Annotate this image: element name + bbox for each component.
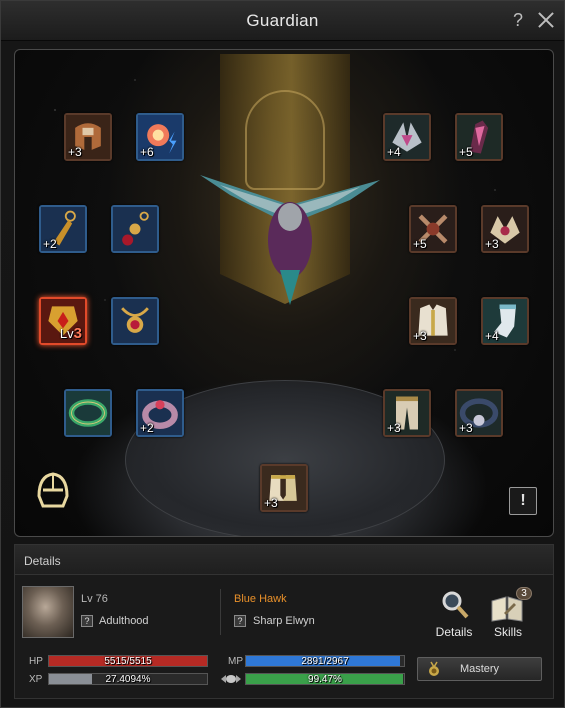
item-level: Lv3 [59,325,82,342]
guardian-name: Blue Hawk [234,593,287,605]
help-button[interactable]: ? [509,10,527,31]
equipment-slot-helmet[interactable]: +3 [64,113,112,161]
window-title: Guardian [246,11,319,30]
equipment-slot-earring-left[interactable]: +2 [39,205,87,253]
enhance-level: +4 [387,145,401,159]
hp-label: HP [29,656,43,667]
enhance-level: +3 [387,421,401,435]
enhance-level: +3 [459,421,473,435]
equipment-slot-earring-right[interactable] [111,205,159,253]
equipment-slot-necklace-selected[interactable]: Lv3 [39,297,87,345]
details-title: Details [24,554,61,568]
guardian-portrait [22,586,74,638]
details-header: Details [15,545,553,575]
mastery-button-label: Mastery [459,663,500,675]
equipment-slot-ring-left[interactable] [64,389,112,437]
equipment-slot-wings-right[interactable]: +5 [455,113,503,161]
enhance-level: +2 [140,421,154,435]
equipment-slot-amulet[interactable] [111,297,159,345]
enhance-level: +3 [413,329,427,343]
enhance-level: +5 [413,237,427,251]
skills-button[interactable]: 3 Skills [482,587,534,639]
xp-label: XP [29,674,43,685]
enhance-level: +5 [459,145,473,159]
equipment-slot-artifact[interactable]: +6 [136,113,184,161]
skills-count-badge: 3 [516,587,532,600]
details-button-label: Details [435,625,473,639]
blue-hawk-model [200,175,380,305]
hp-bar: 5515/5515 [48,655,208,667]
enhance-level: +4 [485,329,499,343]
enhance-level: +2 [43,237,57,251]
food-bar: 99.47% [245,673,405,685]
xp-bar: 27.4094% [48,673,208,685]
guardian-race: Sharp Elwyn [253,615,315,627]
warning-button[interactable]: ! [509,487,537,515]
guardian-model-view[interactable]: +3 +6 +4 +5 +2 +5 +3 Lv3 +3 +4 +2 +3 +3 … [14,49,554,537]
title-bar[interactable]: Guardian ? [1,1,564,41]
equipment-slot-gloves[interactable]: +4 [481,297,529,345]
details-divider [220,589,221,635]
mp-label: MP [228,656,243,667]
xp-value: 27.4094% [105,674,151,685]
close-button[interactable] [535,9,557,31]
enhance-level: +3 [68,145,82,159]
equipment-slot-belt[interactable]: +3 [455,389,503,437]
food-value: 99.47% [308,674,342,685]
mastery-button[interactable]: Mastery [417,657,542,681]
helmet-visibility-icon[interactable] [31,468,75,516]
equipment-slot-wings-left[interactable]: +4 [383,113,431,161]
details-button[interactable]: Details [428,589,480,639]
guardian-level: Lv 76 [81,593,108,605]
mp-value: 2891/2967 [301,656,349,667]
mp-bar: 2891/2967 [245,655,405,667]
skills-button-label: Skills [493,625,522,639]
magnifier-icon [442,591,469,619]
race-help-icon[interactable]: ? [234,615,246,627]
equipment-slot-claw-left[interactable]: +5 [409,205,457,253]
equipment-slot-boots[interactable]: +3 [260,464,308,512]
equipment-slot-ring-right[interactable]: +2 [136,389,184,437]
equipment-slot-body-armor[interactable]: +3 [409,297,457,345]
details-panel: Details Lv 76 ? Adulthood Blue Hawk ? Sh… [14,544,554,699]
growth-stage: Adulthood [99,615,149,627]
enhance-level: +6 [140,145,154,159]
hp-value: 5515/5515 [104,656,152,667]
equipment-slot-claw-right[interactable]: +3 [481,205,529,253]
guardian-window: Guardian ? +3 +6 +4 +5 +2 +5 +3 Lv3 +3 +… [0,0,565,708]
equipment-slot-pants[interactable]: +3 [383,389,431,437]
stage-help-icon[interactable]: ? [81,615,93,627]
food-icon [221,675,241,683]
enhance-level: +3 [264,496,278,510]
enhance-level: +3 [485,237,499,251]
